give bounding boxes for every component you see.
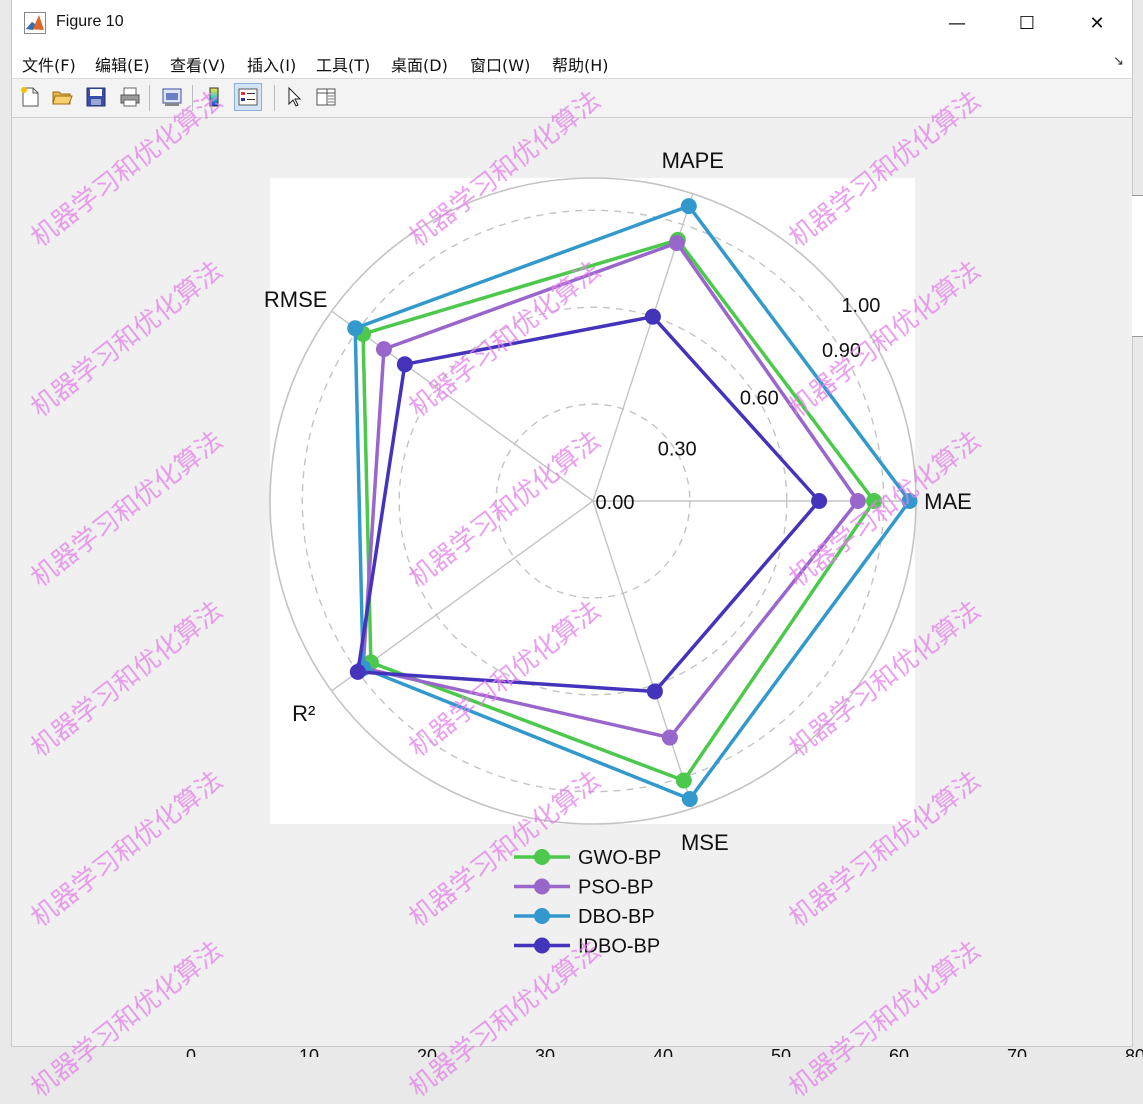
legend-entry: IDBO-BP <box>578 936 660 958</box>
data-point-idbo-bp <box>396 356 413 373</box>
legend-entry: GWO-BP <box>578 847 661 869</box>
radial-tick-label: 1.00 <box>841 295 880 317</box>
background-axis-tick: 70 <box>1007 1046 1027 1057</box>
data-point-idbo-bp <box>349 663 366 680</box>
legend-marker <box>534 937 550 954</box>
data-point-idbo-bp <box>644 308 661 325</box>
background-axis-tick: 40 <box>653 1046 673 1057</box>
background-axis-tick: 0 <box>186 1046 196 1057</box>
radial-tick-label: 0.00 <box>596 492 635 514</box>
data-point-pso-bp <box>668 234 685 251</box>
legend-marker <box>534 849 550 865</box>
data-point-dbo-bp <box>680 198 697 215</box>
data-point-pso-bp <box>661 729 678 746</box>
data-point-dbo-bp <box>901 493 918 509</box>
background-axis-tick: 30 <box>535 1046 555 1057</box>
axis-label-mape: MAPE <box>662 148 724 173</box>
radial-tick-label: 0.90 <box>822 340 861 362</box>
axis-label-r: R² <box>292 701 315 726</box>
data-point-dbo-bp <box>347 320 364 337</box>
background-axis-tick: 20 <box>417 1046 437 1057</box>
data-point-pso-bp <box>375 341 392 358</box>
background-axis-tick: 80 <box>1125 1046 1143 1057</box>
data-point-idbo-bp <box>811 493 828 509</box>
data-point-idbo-bp <box>646 683 663 700</box>
radial-tick-label: 0.30 <box>658 439 697 461</box>
data-point-gwo-bp <box>866 493 883 509</box>
legend-entry: DBO-BP <box>578 906 655 928</box>
axis-label-mse: MSE <box>681 830 729 855</box>
legend-entry: PSO-BP <box>578 877 654 899</box>
background-axis-tick: 60 <box>889 1046 909 1057</box>
data-point-pso-bp <box>849 493 866 509</box>
data-point-gwo-bp <box>675 772 692 789</box>
radial-tick-label: 0.60 <box>740 387 779 409</box>
legend-marker <box>534 878 550 895</box>
background-axis-tick: 50 <box>771 1046 791 1057</box>
axis-label-rmse: RMSE <box>264 287 328 312</box>
legend-marker <box>534 908 550 924</box>
axis-label-mae: MAE <box>924 489 972 514</box>
data-point-dbo-bp <box>681 790 698 807</box>
radar-chart: 0.00 0.30 0.60 0.90 1.00 MAPE RMSE R² MSE MAE GWO-… <box>186 148 1143 1057</box>
background-axis-tick: 10 <box>299 1046 319 1057</box>
